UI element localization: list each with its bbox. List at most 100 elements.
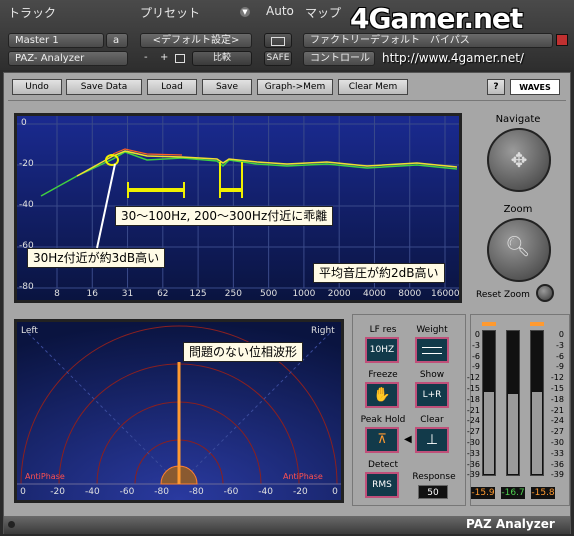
- phase-tick-label: -60: [119, 487, 135, 497]
- track-label: トラック: [8, 6, 57, 20]
- preset-prev-button[interactable]: -: [144, 52, 148, 63]
- frequency-display[interactable]: 0 -20 -40 -60 -80 8 16 31 62 125 250 500 1000 20…: [14, 113, 462, 303]
- meter-left-fill: [484, 391, 494, 474]
- meter-mid: [506, 330, 520, 476]
- phase-tick-label: -40: [258, 487, 273, 497]
- phase-display[interactable]: Left Right AntiPhase AntiPhase 0 -20 -40 -6…: [14, 319, 344, 503]
- phase-tick-label: -40: [84, 487, 100, 497]
- magnifier-icon: 🔍︎: [505, 234, 531, 258]
- move-arrows-icon: ✥: [510, 148, 528, 172]
- clear-icon: ⊥: [425, 432, 439, 448]
- zoom-knob[interactable]: 🔍︎: [487, 218, 551, 282]
- save-button[interactable]: Save: [202, 79, 252, 95]
- phase-left-label: Left: [21, 326, 38, 336]
- load-button[interactable]: Load: [147, 79, 197, 95]
- graph-to-mem-button[interactable]: Graph->Mem: [257, 79, 333, 95]
- annotation-phase: 問題のない位相波形: [183, 342, 304, 362]
- reset-zoom-label: Reset Zoom: [476, 290, 530, 300]
- screw-icon: [8, 521, 15, 528]
- meter-tick-label: -6: [556, 351, 564, 361]
- peak-hold-button[interactable]: ⊼: [365, 427, 399, 453]
- meter-tick-label: -15: [466, 384, 480, 393]
- meter-right-peak: [530, 322, 544, 326]
- lf-res-button[interactable]: 10HZ: [365, 337, 399, 363]
- phase-tick-label: -20: [50, 487, 65, 497]
- preset-next-button[interactable]: +: [160, 52, 168, 63]
- weight-flat-icon: [422, 347, 442, 354]
- navigate-title: Navigate: [495, 114, 541, 125]
- map-value: ファクトリーデフォルト: [310, 35, 420, 46]
- antiphase-left-label: AntiPhase: [25, 472, 65, 481]
- footer-title: PAZ Analyzer: [466, 517, 555, 531]
- meter-tick-label: -3: [472, 340, 480, 350]
- meter-tick-label: -12: [550, 373, 564, 383]
- weight-button[interactable]: [415, 337, 449, 363]
- show-button[interactable]: L+R: [415, 382, 449, 408]
- meter-tick-label: -33: [466, 448, 480, 458]
- meter-tick-label: -24: [550, 416, 564, 426]
- control-select[interactable]: コントロール: [303, 51, 375, 66]
- phase-x-ticks: 0 -20 -40 -60 -80 -80 -60 -40 -20 0: [17, 487, 341, 498]
- meter-left-peak: [482, 322, 496, 326]
- undo-button[interactable]: Undo: [12, 79, 62, 95]
- meter-tick-label: -12: [466, 373, 480, 383]
- meter-right: [530, 330, 544, 476]
- clear-mem-button[interactable]: Clear Mem: [338, 79, 408, 95]
- meter-tick-label: -30: [550, 438, 564, 447]
- response-input[interactable]: 50: [418, 485, 448, 499]
- host-header: トラック プリセット ▼ Auto マップ Master 1 a PAZ- An…: [0, 0, 574, 70]
- meter-tick-label: -36: [550, 459, 564, 469]
- help-button[interactable]: ?: [487, 79, 505, 95]
- compare-button[interactable]: 比較: [192, 51, 252, 66]
- reset-zoom-button[interactable]: [536, 284, 554, 302]
- track-suffix-select[interactable]: a: [106, 33, 128, 48]
- detect-button[interactable]: RMS: [365, 472, 399, 498]
- navigate-knob[interactable]: ✥: [487, 128, 551, 192]
- meter-right-value: -15.8: [531, 487, 555, 499]
- preset-value: <デフォルト設定>: [152, 35, 240, 46]
- phase-tick-label: 0: [20, 487, 26, 497]
- record-icon[interactable]: [556, 34, 568, 46]
- map-label: マップ: [305, 6, 342, 20]
- meter-tick-label: -39: [550, 470, 564, 480]
- safe-button[interactable]: SAFE: [264, 51, 292, 66]
- track-select[interactable]: Master 1: [8, 33, 104, 48]
- meter-tick-label: -27: [550, 427, 564, 437]
- meter-mid-value: -16.7: [501, 487, 525, 499]
- plugin-name: PAZ- Analyzer: [15, 53, 85, 64]
- phase-tick-label: -20: [292, 487, 308, 497]
- meter-tick-label: 0: [558, 330, 564, 339]
- meter-tick-label: -36: [466, 459, 480, 469]
- freeze-label: Freeze: [368, 370, 398, 380]
- weight-label: Weight: [416, 325, 448, 335]
- peak-hold-label: Peak Hold: [360, 415, 406, 425]
- clear-button[interactable]: ⊥: [415, 427, 449, 453]
- auto-label: Auto: [266, 4, 294, 18]
- meter-tick-label: -21: [550, 405, 564, 415]
- track-suffix: a: [113, 35, 120, 46]
- preset-select[interactable]: <デフォルト設定>: [140, 33, 252, 48]
- copy-icon[interactable]: [175, 54, 185, 63]
- phase-tick-label: -80: [154, 487, 169, 497]
- meter-tick-label: -9: [556, 362, 564, 372]
- lf-res-label: LF res: [369, 325, 397, 335]
- control-value: コントロール: [310, 53, 370, 64]
- map-select[interactable]: ファクトリーデフォルト バイパス: [303, 33, 553, 48]
- preset-menu-icon[interactable]: ▼: [240, 7, 250, 17]
- detect-label: Detect: [367, 460, 398, 470]
- zoom-title: Zoom: [503, 204, 533, 215]
- freeze-button[interactable]: ✋: [365, 382, 399, 408]
- clear-label: Clear: [420, 415, 444, 425]
- response-label: Response: [412, 472, 456, 482]
- meter-tick-label: -21: [466, 405, 480, 415]
- save-data-button[interactable]: Save Data: [66, 79, 142, 95]
- auto-button[interactable]: [264, 33, 292, 48]
- meter-right-fill: [532, 391, 542, 474]
- plugin-select[interactable]: PAZ- Analyzer: [8, 51, 128, 66]
- waves-logo: WAVES: [510, 79, 560, 95]
- hand-icon: ✋: [373, 387, 391, 403]
- meter-tick-label: -30: [466, 438, 480, 447]
- watermark-url: http://www.4gamer.net/: [382, 51, 524, 65]
- meter-tick-label: -33: [550, 448, 564, 458]
- show-label: Show: [419, 370, 445, 380]
